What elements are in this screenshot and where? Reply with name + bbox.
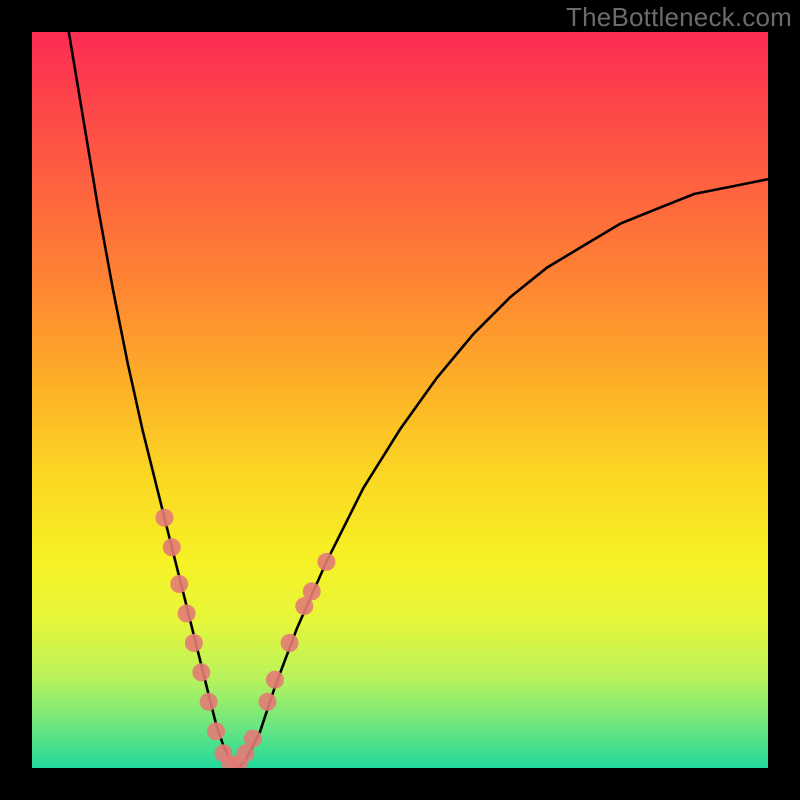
sample-dot <box>207 722 225 740</box>
plot-area <box>32 32 768 768</box>
watermark-text: TheBottleneck.com <box>566 2 792 33</box>
sample-dot <box>303 582 321 600</box>
sample-dot <box>259 693 277 711</box>
sample-dot <box>178 604 196 622</box>
bottleneck-curve <box>69 32 768 768</box>
sample-dot <box>170 575 188 593</box>
sample-dot <box>244 730 262 748</box>
sample-dot <box>281 634 299 652</box>
sample-dot <box>200 693 218 711</box>
sample-dot <box>185 634 203 652</box>
sample-dot <box>266 671 284 689</box>
chart-frame: TheBottleneck.com <box>0 0 800 800</box>
sample-dot <box>156 509 174 527</box>
sample-dots-group <box>156 509 336 768</box>
sample-dot <box>163 538 181 556</box>
curve-svg <box>32 32 768 768</box>
sample-dot <box>192 663 210 681</box>
sample-dot <box>317 553 335 571</box>
